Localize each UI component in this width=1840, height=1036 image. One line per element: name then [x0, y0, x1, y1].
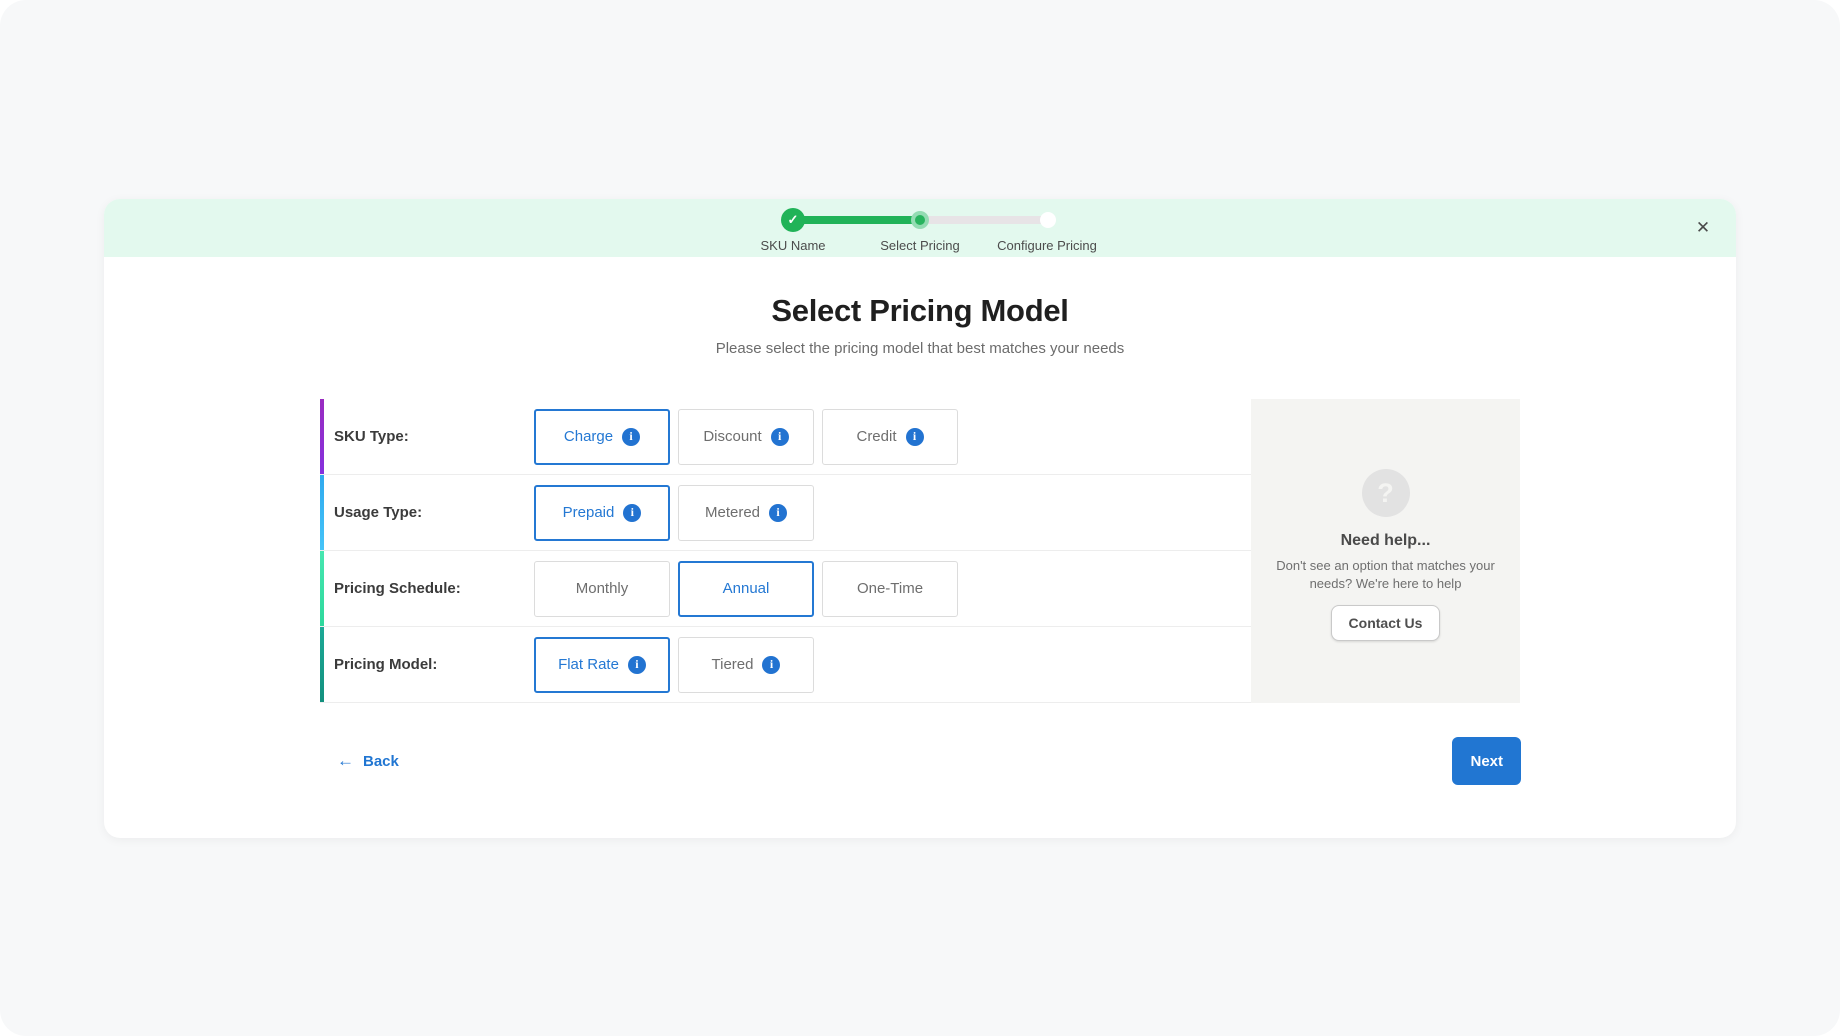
back-button[interactable]: ← Back — [321, 751, 415, 771]
option-flat-rate-label: Flat Rate — [558, 656, 619, 673]
option-annual[interactable]: Annual — [678, 560, 814, 617]
back-button-label: Back — [363, 752, 399, 770]
row-label-pricing-schedule: Pricing Schedule: — [334, 580, 461, 597]
accent-bar-pricing-schedule — [320, 551, 324, 626]
option-metered[interactable]: Metered i — [678, 484, 814, 541]
help-body-text: Don't see an option that matches your ne… — [1276, 558, 1495, 591]
option-one-time[interactable]: One-Time — [822, 560, 958, 617]
option-one-time-label: One-Time — [856, 580, 924, 597]
info-icon[interactable]: i — [623, 503, 642, 522]
option-discount-label: Discount — [703, 428, 762, 445]
contact-us-button[interactable]: Contact Us — [1330, 605, 1441, 642]
row-pricing-schedule: Pricing Schedule: Monthly Annual One-Tim… — [320, 551, 1251, 627]
info-icon[interactable]: i — [627, 655, 646, 674]
stepper-track-completed — [793, 216, 920, 224]
option-flat-rate[interactable]: Flat Rate i — [534, 636, 670, 693]
page-subtitle: Please select the pricing model that bes… — [715, 340, 1125, 357]
row-sku-type: SKU Type: Charge i Discount i Credit i — [320, 399, 1251, 475]
help-panel: ? Need help... Don't see an option that … — [1251, 399, 1520, 703]
step-upcoming-circle-icon — [1040, 212, 1056, 228]
option-credit-label: Credit — [856, 428, 897, 445]
option-tiered-label: Tiered — [711, 656, 754, 673]
step-label-configure-pricing: Configure Pricing — [997, 238, 1097, 253]
footer: ← Back Next — [321, 737, 1521, 785]
accent-bar-pricing-model — [320, 627, 324, 702]
next-button[interactable]: Next — [1452, 737, 1521, 785]
option-monthly[interactable]: Monthly — [534, 560, 670, 617]
info-icon[interactable]: i — [905, 427, 924, 446]
option-group-usage-type: Prepaid i Metered i — [534, 484, 814, 541]
option-group-pricing-schedule: Monthly Annual One-Time — [534, 560, 958, 617]
option-prepaid[interactable]: Prepaid i — [534, 484, 670, 541]
row-pricing-model: Pricing Model: Flat Rate i Tiered i — [320, 627, 1251, 703]
option-discount[interactable]: Discount i — [678, 408, 814, 465]
page-background: ✓ SKU Name Select Pricing Configure Pric… — [0, 0, 1840, 1036]
option-credit[interactable]: Credit i — [822, 408, 958, 465]
option-prepaid-label: Prepaid — [562, 504, 615, 521]
option-metered-label: Metered — [704, 504, 761, 521]
step-completed-check-icon: ✓ — [781, 208, 805, 232]
info-icon[interactable]: i — [762, 655, 781, 674]
options-table: SKU Type: Charge i Discount i Credit i U… — [320, 399, 1251, 703]
option-group-sku-type: Charge i Discount i Credit i — [534, 408, 958, 465]
option-tiered[interactable]: Tiered i — [678, 636, 814, 693]
selection-area: SKU Type: Charge i Discount i Credit i U… — [320, 399, 1520, 703]
info-icon[interactable]: i — [622, 427, 641, 446]
option-charge-label: Charge — [563, 428, 614, 445]
progress-stepper: ✓ SKU Name Select Pricing Configure Pric… — [755, 207, 1097, 257]
help-title: Need help... — [1340, 532, 1431, 549]
step-label-select-pricing: Select Pricing — [880, 238, 960, 253]
step-current-dot-icon — [911, 211, 929, 229]
option-annual-label: Annual — [722, 580, 770, 597]
back-arrow-icon: ← — [337, 751, 354, 770]
pricing-wizard-modal: ✓ SKU Name Select Pricing Configure Pric… — [104, 199, 1736, 838]
option-group-pricing-model: Flat Rate i Tiered i — [534, 636, 814, 693]
stepper-track-upcoming — [920, 216, 1047, 224]
row-label-sku-type: SKU Type: — [334, 428, 409, 445]
row-usage-type: Usage Type: Prepaid i Metered i — [320, 475, 1251, 551]
modal-header: ✓ SKU Name Select Pricing Configure Pric… — [104, 199, 1736, 257]
option-charge[interactable]: Charge i — [534, 408, 670, 465]
close-icon[interactable]: ✕ — [1688, 213, 1718, 243]
accent-bar-sku-type — [320, 399, 324, 474]
page-title: Select Pricing Model — [771, 293, 1069, 328]
accent-bar-usage-type — [320, 475, 324, 550]
modal-body: Select Pricing Model Please select the p… — [104, 257, 1736, 785]
step-label-sku-name: SKU Name — [760, 238, 826, 253]
info-icon[interactable]: i — [770, 427, 789, 446]
info-icon[interactable]: i — [769, 503, 788, 522]
option-monthly-label: Monthly — [575, 580, 629, 597]
row-label-usage-type: Usage Type: — [334, 504, 423, 521]
question-mark-icon: ? — [1361, 469, 1410, 517]
row-label-pricing-model: Pricing Model: — [334, 656, 438, 673]
